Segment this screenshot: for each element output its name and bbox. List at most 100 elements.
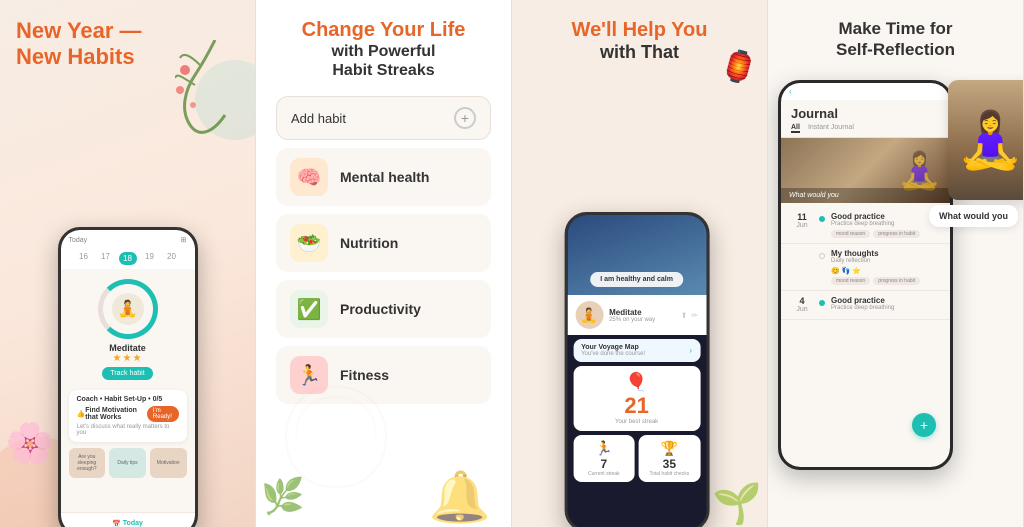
person-image: 🧘‍♀️ bbox=[948, 80, 1024, 200]
entry-tags-2b: mood reason progress in habit bbox=[831, 277, 940, 285]
habit-list: 🧠 Mental health 🥗 Nutrition ✅ Productivi… bbox=[276, 148, 491, 404]
entry-tags-1: mood reason progress in habit bbox=[831, 230, 940, 238]
card-1: Are you sleeping enough? bbox=[69, 448, 106, 478]
mental-health-icon: 🧠 bbox=[290, 158, 328, 196]
emoji-icons: 😊 👣 ⭐ bbox=[831, 267, 861, 275]
phone-mockup-4: ‹ Journal All Instant Journal 🧘‍♀ What w… bbox=[778, 80, 953, 470]
productivity-icon: ✅ bbox=[290, 290, 328, 328]
p1-circle-area: 🧘 Meditate ★★★ Track habit bbox=[61, 269, 195, 384]
track-habit-button[interactable]: Track habit bbox=[102, 367, 152, 380]
habit-item-mental[interactable]: 🧠 Mental health bbox=[276, 148, 491, 206]
journal-list: 11 Jun Good practice Practice deep breat… bbox=[781, 203, 950, 324]
nutrition-label: Nutrition bbox=[340, 235, 398, 251]
voyage-sub: You've done the course! bbox=[581, 351, 645, 357]
best-streak-card: 🎈 21 Your best streak bbox=[573, 366, 700, 431]
phone-screen-1: Today ⊞ 16 17 18 19 20 🧘 Meditate ★★★ Tr… bbox=[61, 230, 195, 527]
entry-dot-1 bbox=[819, 216, 825, 222]
total-checks-num: 35 bbox=[644, 457, 696, 471]
flower-decoration: 🌸 bbox=[5, 420, 55, 467]
tab-all[interactable]: All bbox=[791, 124, 800, 133]
entry-date-2 bbox=[791, 249, 813, 285]
voyage-card: Your Voyage Map You've done the course! … bbox=[573, 339, 700, 362]
bottom-cards: Are you sleeping enough? Daily tips Moti… bbox=[69, 448, 187, 478]
coach-title: Coach • Habit Set-Up • 0/5 bbox=[77, 396, 179, 403]
tag-progress-2: progress in habit bbox=[873, 277, 920, 285]
stars: ★★★ bbox=[113, 353, 143, 364]
add-habit-plus-icon[interactable]: + bbox=[454, 107, 476, 129]
p1-top-bar: Today ⊞ bbox=[61, 230, 195, 248]
entry-sub-2: Daily reflection bbox=[831, 258, 940, 264]
habit-circle: 🧘 bbox=[98, 279, 158, 339]
panel-well-help: We'll Help You with That 🏮 I am healthy … bbox=[512, 0, 768, 527]
best-streak-num: 21 bbox=[581, 395, 692, 417]
p4-tabs: All Instant Journal bbox=[781, 124, 950, 138]
plant-deco-3: 🌱 bbox=[712, 480, 762, 527]
p3-avatar: 🧘 bbox=[575, 301, 603, 329]
panel2-headline-line1: Change Your Life bbox=[302, 19, 466, 41]
bottom-nav: 📅 Today bbox=[61, 512, 195, 527]
phone-screen-3: I am healthy and calm 🧘 Meditate 25% on … bbox=[567, 215, 706, 527]
entry-title-1: Good practice bbox=[831, 212, 940, 221]
panel-self-reflection: Make Time for Self-Reflection ‹ Journal … bbox=[768, 0, 1024, 527]
entry-title-3: Good practice bbox=[831, 296, 940, 305]
card-2: Daily tips bbox=[109, 448, 146, 478]
phone-mockup-1: Today ⊞ 16 17 18 19 20 🧘 Meditate ★★★ Tr… bbox=[58, 227, 198, 527]
total-checks-label: Total habit checks bbox=[644, 471, 696, 477]
tag-mood-2: mood reason bbox=[831, 277, 870, 285]
journal-title: Journal bbox=[781, 100, 950, 124]
plant-decoration: 🌿 bbox=[261, 476, 305, 517]
current-streak-label: Current streak bbox=[578, 471, 630, 477]
productivity-label: Productivity bbox=[340, 301, 421, 317]
journal-entry-1[interactable]: 11 Jun Good practice Practice deep breat… bbox=[781, 207, 950, 244]
coach-card: Coach • Habit Set-Up • 0/5 👍 Find Motiva… bbox=[69, 390, 187, 442]
current-streak-num: 7 bbox=[578, 457, 630, 471]
tab-instant-journal[interactable]: Instant Journal bbox=[808, 124, 854, 133]
journal-entry-2[interactable]: My thoughts Daily reflection 😊 👣 ⭐ mood … bbox=[781, 244, 950, 291]
panel2-headline: Change Your Life with Powerful Habit Str… bbox=[256, 0, 511, 88]
habit-item-nutrition[interactable]: 🥗 Nutrition bbox=[276, 214, 491, 272]
add-habit-bar[interactable]: Add habit + bbox=[276, 96, 491, 140]
panel3-headline-sub: with That bbox=[528, 42, 751, 64]
p4-top-bar: ‹ bbox=[781, 83, 950, 100]
entry-dot-2 bbox=[819, 253, 825, 259]
journal-entry-3[interactable]: 4 Jun Good practice Practice deep breath… bbox=[781, 291, 950, 320]
bells-decoration: 🔔 bbox=[429, 468, 491, 527]
habit-name: Meditate bbox=[109, 343, 146, 353]
entry-tags-2: 😊 👣 ⭐ bbox=[831, 267, 940, 275]
entry-title-2: My thoughts bbox=[831, 249, 940, 258]
panel3-headline-line1: We'll Help You bbox=[572, 19, 708, 41]
p3-meditate-row: 🧘 Meditate 25% on your way ⬆✏ bbox=[567, 295, 706, 335]
p3-habit-sub: 25% on your way bbox=[609, 317, 655, 323]
p1-dates: 16 17 18 19 20 bbox=[61, 248, 195, 269]
hero-photo: 🧘‍♀ What would you bbox=[781, 138, 950, 203]
branch-decoration bbox=[175, 40, 255, 140]
panel-new-year: New Year — New Habits 🌸 Today ⊞ 16 17 18… bbox=[0, 0, 256, 527]
card-3: Motivation bbox=[150, 448, 187, 478]
entry-content-2: My thoughts Daily reflection 😊 👣 ⭐ mood … bbox=[831, 249, 940, 285]
add-habit-label: Add habit bbox=[291, 111, 346, 126]
phone-screen-4: ‹ Journal All Instant Journal 🧘‍♀ What w… bbox=[781, 83, 950, 467]
panel4-headline-text: Make Time for Self-Reflection bbox=[836, 19, 955, 59]
p3-habit-name: Meditate bbox=[609, 308, 655, 317]
phone-mockup-3: I am healthy and calm 🧘 Meditate 25% on … bbox=[564, 212, 709, 527]
entry-sub-1: Practice deep breathing bbox=[831, 221, 940, 227]
calm-badge: I am healthy and calm bbox=[590, 272, 683, 287]
p3-hero-image: I am healthy and calm bbox=[567, 215, 706, 295]
nutrition-icon: 🥗 bbox=[290, 224, 328, 262]
panel2-headline-sub: with Powerful Habit Streaks bbox=[272, 42, 495, 80]
bottom-stats: 🏃 7 Current streak 🏆 35 Total habit chec… bbox=[573, 435, 700, 482]
entry-date-1: 11 Jun bbox=[791, 212, 813, 238]
hero-overlay-text: What would you bbox=[781, 188, 950, 203]
back-icon[interactable]: ‹ bbox=[789, 87, 792, 96]
entry-dot-3 bbox=[819, 300, 825, 306]
habit-item-productivity[interactable]: ✅ Productivity bbox=[276, 280, 491, 338]
panel-change-life: Change Your Life with Powerful Habit Str… bbox=[256, 0, 512, 527]
find-row: 👍 Find Motivation that Works I'm Ready! bbox=[77, 406, 179, 422]
entry-content-1: Good practice Practice deep breathing mo… bbox=[831, 212, 940, 238]
best-streak-label: Your best streak bbox=[581, 419, 692, 425]
tag-mood-1: mood reason bbox=[831, 230, 870, 238]
avatar: 🧘 bbox=[112, 293, 144, 325]
mental-health-label: Mental health bbox=[340, 169, 429, 185]
panel4-headline: Make Time for Self-Reflection bbox=[768, 0, 1023, 71]
ready-button[interactable]: I'm Ready! bbox=[147, 406, 179, 422]
